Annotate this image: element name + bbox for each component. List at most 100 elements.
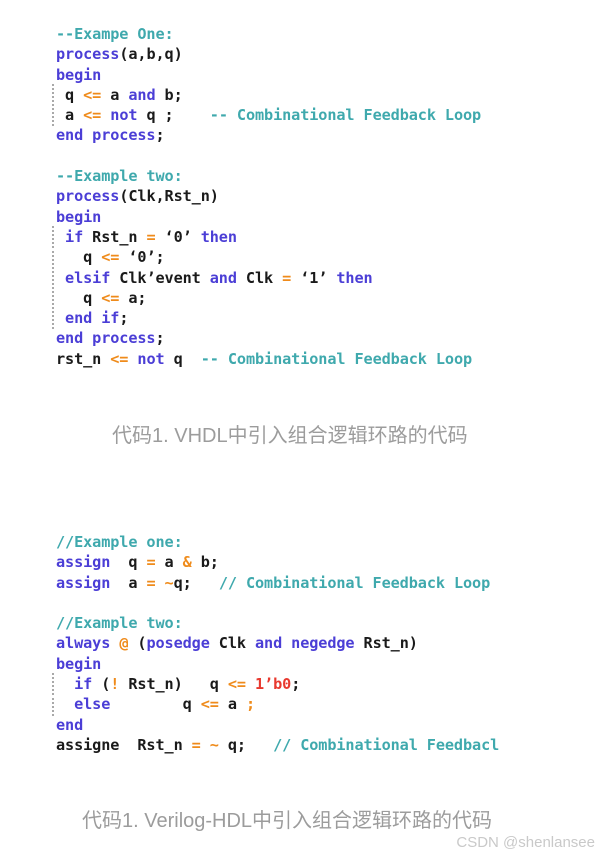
code-token: = — [146, 573, 156, 592]
code-token: ( — [92, 675, 111, 694]
code-token: end if — [65, 309, 120, 328]
verilog-caption: 代码1. Verilog-HDL中引入组合逻辑环路的代码 — [82, 810, 493, 832]
code-line: q <= a; — [51, 286, 481, 310]
page-root: --Exampe One: process(a,b,q) begin q <= a … — [0, 0, 603, 855]
code-token: assigne Rst_n — [56, 735, 192, 754]
code-token: ~ — [164, 573, 174, 592]
code-token: @ — [119, 634, 129, 653]
code-line: --Example two: — [56, 166, 481, 186]
code-token: Rst_n — [83, 227, 147, 246]
code-line: --Exampe One: — [56, 24, 481, 44]
code-line: end if; — [51, 307, 481, 330]
code-token: q — [56, 248, 102, 267]
code-token: always — [56, 634, 111, 653]
code-token: and — [209, 268, 237, 287]
code-line: begin — [56, 654, 499, 674]
code-token: a — [155, 553, 183, 572]
code-token: a — [218, 695, 246, 714]
code-token: a — [101, 85, 129, 104]
code-token: q — [56, 85, 84, 104]
code-token: (a,b,q) — [119, 45, 183, 64]
code-line: end process; — [56, 125, 481, 145]
code-token: then — [336, 268, 373, 287]
code-token: elsif — [65, 268, 111, 287]
code-token: not — [110, 106, 138, 125]
code-line: if (! Rst_n) q <= 1’b0; — [51, 673, 499, 696]
code-line: //Example two: — [56, 613, 499, 633]
code-line: process(Clk,Rst_n) — [56, 186, 481, 206]
code-line: else q <= a ; — [51, 693, 499, 716]
code-token: ‘0’; — [119, 248, 165, 267]
code-token: process — [56, 187, 120, 206]
code-token: q — [110, 553, 147, 572]
verilog-code-block: //Example one: assign q = a & b; assign a … — [51, 532, 499, 755]
code-token: begin — [56, 207, 102, 226]
code-token: ; — [155, 126, 165, 145]
code-token: <= — [227, 675, 246, 694]
code-token: Clk’event — [110, 268, 210, 287]
code-token: ; — [291, 675, 301, 694]
code-line: assigne Rst_n = ~ q; // Combinational Fe… — [56, 735, 499, 755]
code-token: <= — [101, 288, 120, 307]
code-token: a — [110, 573, 147, 592]
code-token: -- Combinational Feedback Loop — [209, 106, 482, 125]
code-token: assign — [56, 573, 111, 592]
code-token: //Example two: — [56, 614, 183, 633]
code-line: //Example one: — [56, 532, 499, 552]
code-token: ; — [155, 329, 165, 348]
code-token: assign — [56, 553, 111, 572]
code-token: q ; — [137, 106, 210, 125]
code-token: Clk — [209, 634, 255, 653]
code-token: if — [65, 227, 84, 246]
code-line: q <= a and b; — [51, 83, 481, 107]
code-line: rst_n <= not q -- Combinational Feedback… — [56, 349, 481, 369]
csdn-watermark: CSDN @shenlansee — [456, 834, 595, 851]
code-token: q — [56, 288, 102, 307]
code-line: a <= not q ; -- Combinational Feedback L… — [51, 104, 482, 127]
code-line: q <= ‘0’; — [51, 246, 481, 269]
code-token: ~ — [209, 735, 219, 754]
code-token: a; — [119, 288, 147, 307]
code-token: ; — [119, 309, 129, 328]
code-token: = — [146, 227, 156, 246]
code-token: ; — [245, 695, 255, 714]
code-token: --Exampe One: — [56, 25, 174, 43]
code-token: ‘0’ — [155, 227, 201, 246]
code-token: begin — [56, 654, 102, 673]
code-token: Rst_n) — [354, 634, 418, 653]
code-token: end process — [56, 329, 156, 348]
code-token: if — [74, 675, 93, 694]
code-token: process — [56, 45, 120, 64]
code-token: <= — [83, 106, 102, 125]
code-line: end process; — [56, 328, 481, 348]
code-token: and — [128, 85, 156, 104]
vhdl-code-block: --Exampe One: process(a,b,q) begin q <= a … — [51, 24, 482, 369]
code-token: rst_n — [56, 349, 111, 368]
code-token: end process — [56, 126, 156, 145]
code-token: // Combinational Feedback Loop — [218, 573, 491, 592]
code-token: & — [182, 553, 192, 572]
code-token: ‘1’ — [291, 268, 337, 287]
code-token: = — [191, 735, 201, 754]
code-token: negedge — [291, 634, 355, 653]
code-token: // Combinational Feedbacl — [273, 735, 500, 754]
code-token: <= — [110, 349, 129, 368]
code-line: end — [56, 715, 499, 735]
code-token: --Example two: — [56, 167, 183, 186]
code-token: b; — [155, 85, 183, 104]
code-token: <= — [83, 85, 102, 104]
code-token: q — [164, 349, 201, 368]
code-line: process(a,b,q) — [56, 44, 481, 64]
code-line: if Rst_n = ‘0’ then — [51, 225, 481, 249]
code-token: else — [74, 695, 111, 714]
code-token: and — [254, 634, 283, 653]
